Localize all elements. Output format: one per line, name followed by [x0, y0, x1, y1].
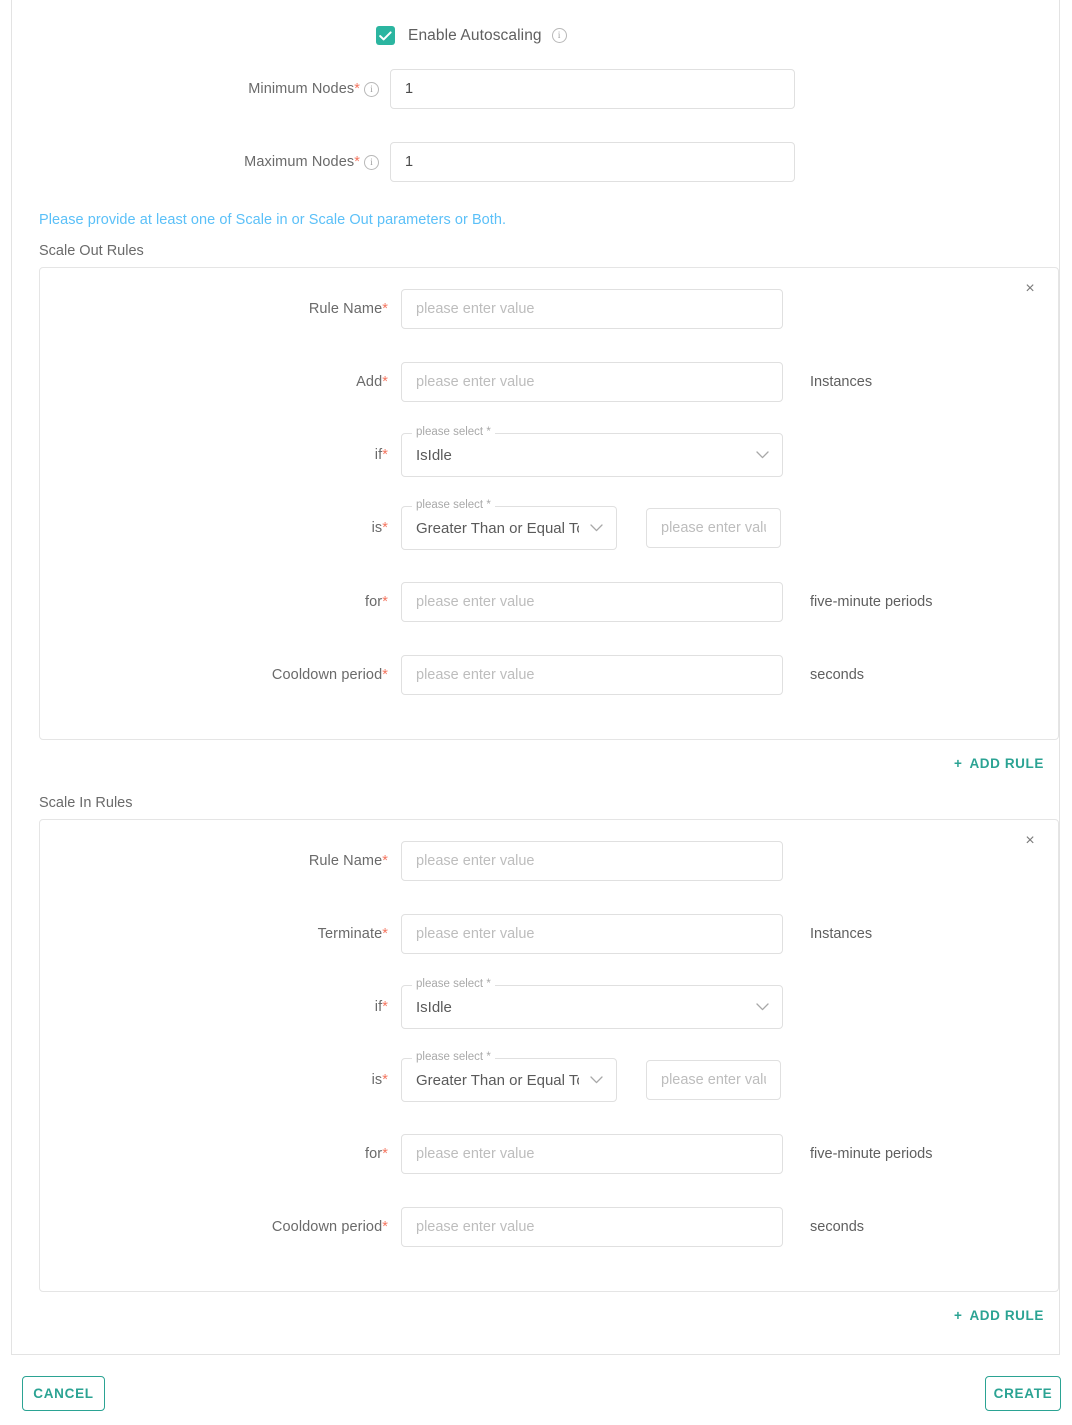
- scale-in-section-title: Scale In Rules: [39, 795, 133, 811]
- enable-autoscaling-checkbox[interactable]: [376, 26, 395, 45]
- scale-out-is-label: is*: [293, 520, 388, 536]
- scale-in-metric-value: IsIdle: [416, 985, 745, 1029]
- scale-in-for-unit: five-minute periods: [810, 1146, 933, 1162]
- scale-out-if-row: if* please select * IsIdle: [293, 433, 783, 477]
- cancel-button-label: CANCEL: [33, 1386, 93, 1401]
- chevron-down-icon: [756, 1003, 769, 1011]
- close-icon[interactable]: ×: [1019, 278, 1041, 300]
- minimum-nodes-row: Minimum Nodes*i: [234, 69, 795, 109]
- scale-out-add-label: Add*: [293, 374, 388, 390]
- required-asterisk: *: [382, 999, 388, 1015]
- info-icon-minimum-nodes[interactable]: i: [364, 82, 379, 97]
- scale-in-cooldown-row: Cooldown period* seconds: [258, 1207, 864, 1247]
- scale-in-rule-card: × Rule Name* Terminate* Instances if* pl…: [39, 819, 1059, 1292]
- required-asterisk: *: [354, 81, 360, 97]
- minimum-nodes-input[interactable]: [390, 69, 795, 109]
- scale-in-add-rule-label: ADD RULE: [969, 1308, 1044, 1323]
- scale-out-comparison-select[interactable]: please select * Greater Than or Equal To: [401, 506, 617, 550]
- required-asterisk: *: [382, 1072, 388, 1088]
- scale-in-threshold-input[interactable]: [646, 1060, 781, 1100]
- scale-out-cooldown-label: Cooldown period*: [258, 667, 388, 683]
- minimum-nodes-label: Minimum Nodes*i: [234, 81, 379, 97]
- scale-in-is-row: is* please select * Greater Than or Equa…: [293, 1058, 781, 1102]
- required-asterisk: *: [382, 853, 388, 869]
- maximum-nodes-label: Maximum Nodes*i: [234, 154, 379, 170]
- scale-out-section-title: Scale Out Rules: [39, 243, 144, 259]
- required-asterisk: *: [382, 667, 388, 683]
- scale-out-threshold-input[interactable]: [646, 508, 781, 548]
- scale-in-terminate-label: Terminate*: [283, 926, 388, 942]
- enable-autoscaling-label: Enable Autoscaling: [408, 27, 542, 45]
- create-button-label: CREATE: [994, 1386, 1053, 1401]
- scale-in-metric-select[interactable]: please select * IsIdle: [401, 985, 783, 1029]
- scale-out-cooldown-unit: seconds: [810, 667, 864, 683]
- scale-in-if-label: if*: [293, 999, 388, 1015]
- scale-out-add-unit: Instances: [810, 374, 872, 390]
- form-panel: Enable Autoscaling i Minimum Nodes*i Max…: [11, 0, 1060, 1355]
- scale-out-for-label: for*: [293, 594, 388, 610]
- plus-icon: +: [954, 756, 962, 771]
- scale-in-rule-name-row: Rule Name*: [293, 841, 783, 881]
- scale-out-add-rule-button[interactable]: + ADD RULE: [954, 756, 1044, 771]
- scale-out-comparison-value: Greater Than or Equal To: [416, 506, 579, 550]
- cancel-button[interactable]: CANCEL: [22, 1376, 105, 1411]
- autoscaling-form-page: Enable Autoscaling i Minimum Nodes*i Max…: [0, 0, 1072, 1425]
- scale-in-if-row: if* please select * IsIdle: [293, 985, 783, 1029]
- required-asterisk: *: [382, 1219, 388, 1235]
- required-asterisk: *: [382, 1146, 388, 1162]
- scale-in-cooldown-unit: seconds: [810, 1219, 864, 1235]
- required-asterisk: *: [382, 447, 388, 463]
- scale-in-for-label: for*: [293, 1146, 388, 1162]
- scale-in-terminate-input[interactable]: [401, 914, 783, 954]
- scale-in-terminate-unit: Instances: [810, 926, 872, 942]
- scale-in-add-rule-button[interactable]: + ADD RULE: [954, 1308, 1044, 1323]
- scale-in-cooldown-label: Cooldown period*: [258, 1219, 388, 1235]
- scale-in-for-row: for* five-minute periods: [293, 1134, 933, 1174]
- scale-out-metric-select[interactable]: please select * IsIdle: [401, 433, 783, 477]
- chevron-down-icon: [590, 1076, 603, 1084]
- required-asterisk: *: [382, 594, 388, 610]
- scale-in-is-label: is*: [293, 1072, 388, 1088]
- scale-in-terminate-row: Terminate* Instances: [283, 914, 872, 954]
- scale-in-comparison-value: Greater Than or Equal To: [416, 1058, 579, 1102]
- maximum-nodes-row: Maximum Nodes*i: [234, 142, 795, 182]
- scale-out-for-input[interactable]: [401, 582, 783, 622]
- scale-in-comparison-select[interactable]: please select * Greater Than or Equal To: [401, 1058, 617, 1102]
- chevron-down-icon: [590, 524, 603, 532]
- scale-out-rule-name-label: Rule Name*: [293, 301, 388, 317]
- scale-out-rule-name-input[interactable]: [401, 289, 783, 329]
- maximum-nodes-input[interactable]: [390, 142, 795, 182]
- required-asterisk: *: [382, 374, 388, 390]
- scale-out-for-row: for* five-minute periods: [293, 582, 933, 622]
- scale-out-if-label: if*: [293, 447, 388, 463]
- scale-out-is-row: is* please select * Greater Than or Equa…: [293, 506, 781, 550]
- scale-out-rule-name-row: Rule Name*: [293, 289, 783, 329]
- required-asterisk: *: [382, 520, 388, 536]
- validation-notice: Please provide at least one of Scale in …: [39, 212, 506, 228]
- plus-icon: +: [954, 1308, 962, 1323]
- scale-out-cooldown-input[interactable]: [401, 655, 783, 695]
- chevron-down-icon: [756, 451, 769, 459]
- scale-out-cooldown-row: Cooldown period* seconds: [258, 655, 864, 695]
- required-asterisk: *: [382, 301, 388, 317]
- scale-out-add-rule-label: ADD RULE: [969, 756, 1044, 771]
- scale-in-rule-name-label: Rule Name*: [293, 853, 388, 869]
- close-icon[interactable]: ×: [1019, 830, 1041, 852]
- scale-out-rule-card: × Rule Name* Add* Instances if* please s…: [39, 267, 1059, 740]
- required-asterisk: *: [354, 154, 360, 170]
- scale-in-rule-name-input[interactable]: [401, 841, 783, 881]
- required-asterisk: *: [382, 926, 388, 942]
- create-button[interactable]: CREATE: [985, 1376, 1061, 1411]
- scale-in-for-input[interactable]: [401, 1134, 783, 1174]
- scale-in-cooldown-input[interactable]: [401, 1207, 783, 1247]
- enable-autoscaling-row: Enable Autoscaling i: [376, 26, 567, 45]
- info-icon-autoscaling[interactable]: i: [552, 28, 567, 43]
- scale-out-add-input[interactable]: [401, 362, 783, 402]
- scale-out-metric-value: IsIdle: [416, 433, 745, 477]
- scale-out-for-unit: five-minute periods: [810, 594, 933, 610]
- info-icon-maximum-nodes[interactable]: i: [364, 155, 379, 170]
- scale-out-add-row: Add* Instances: [293, 362, 872, 402]
